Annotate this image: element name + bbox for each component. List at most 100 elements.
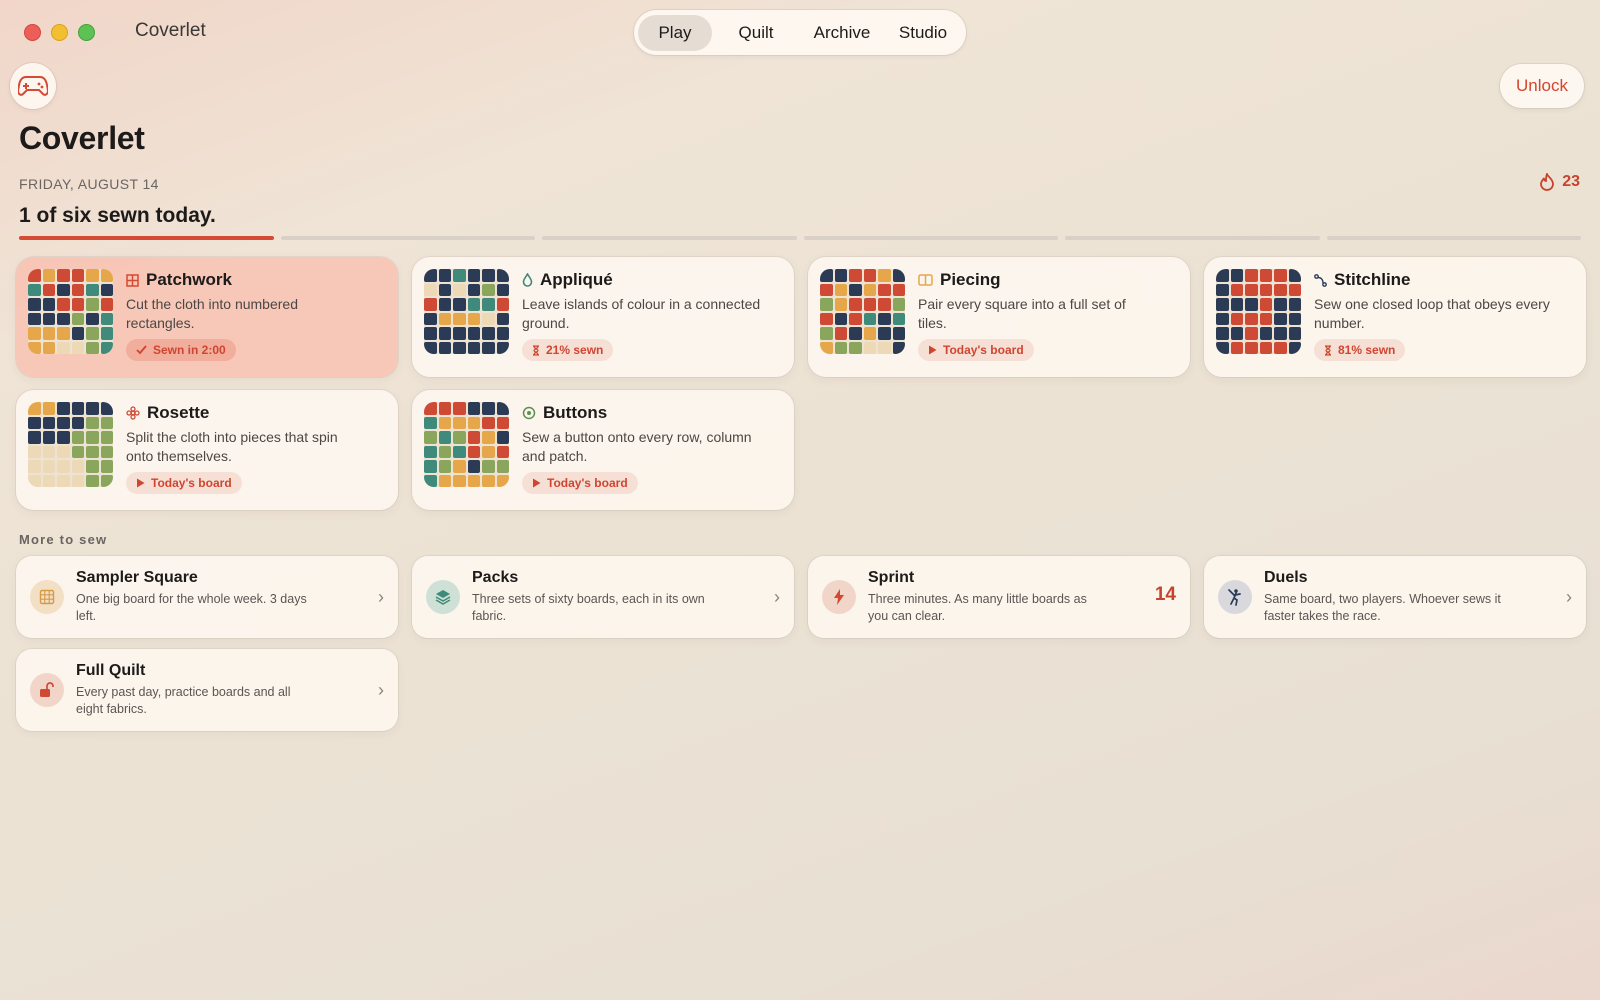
board-cell — [878, 341, 891, 354]
board-cell — [42, 283, 55, 296]
board-cell — [86, 269, 99, 282]
board-cell — [1230, 283, 1243, 296]
board-cell — [86, 445, 99, 458]
board-cell — [467, 327, 480, 340]
board-cell — [424, 269, 437, 282]
board-cell — [42, 474, 55, 487]
puzzle-name: Buttons — [543, 403, 608, 422]
puzzle-title: Patchwork — [126, 270, 232, 290]
board-cell — [424, 445, 437, 458]
board-cell — [1245, 341, 1258, 354]
board-cell — [496, 402, 509, 415]
hourglass-icon — [533, 344, 539, 356]
board-cell — [849, 312, 862, 325]
board-cell — [42, 431, 55, 444]
item-description: Three minutes. As many little boards as … — [868, 592, 1087, 623]
zoom-button[interactable] — [78, 24, 95, 41]
board-cell — [42, 312, 55, 325]
board-cell — [71, 312, 84, 325]
board-cell — [878, 283, 891, 296]
board-cell — [71, 298, 84, 311]
board-cell — [100, 402, 113, 415]
puzzle-card-patchwork[interactable]: Patchwork Cut the cloth into numbered re… — [16, 257, 398, 377]
board-cell — [86, 402, 99, 415]
more-item-full-quilt[interactable]: Full Quilt Every past day, practice boar… — [16, 649, 398, 731]
item-name: Duels — [1264, 569, 1308, 586]
board-cell — [892, 312, 905, 325]
board-cell — [57, 341, 70, 354]
tab-archive[interactable]: Archive — [800, 15, 884, 51]
board-cell — [86, 460, 99, 473]
board-cell — [438, 269, 451, 282]
board-cell — [453, 402, 466, 415]
board-cell — [71, 402, 84, 415]
puzzle-card-applique[interactable]: Appliqué Leave islands of colour in a co… — [412, 257, 794, 377]
board-cell — [100, 460, 113, 473]
tab-quilt[interactable]: Quilt — [712, 15, 800, 51]
streak-count: 23 — [1562, 173, 1580, 190]
board-cell — [1245, 269, 1258, 282]
puzzle-card-stitchline[interactable]: Stitchline Sew one closed loop that obey… — [1204, 257, 1586, 377]
close-button[interactable] — [24, 24, 41, 41]
board-cell — [863, 312, 876, 325]
board-cell — [86, 327, 99, 340]
board-cell — [57, 431, 70, 444]
puzzle-card-rosette[interactable]: Rosette Split the cloth into pieces that… — [16, 390, 398, 510]
puzzle-name: Appliqué — [540, 270, 613, 289]
item-description: Every past day, practice boards and all … — [76, 685, 291, 716]
board-cell — [892, 327, 905, 340]
puzzle-description: Sew one closed loop that obeys every num… — [1314, 296, 1550, 331]
board-cell — [42, 269, 55, 282]
tab-studio[interactable]: Studio — [884, 15, 962, 51]
daily-progress-text: 1 of six sewn today. — [19, 204, 216, 227]
board-cell — [57, 298, 70, 311]
puzzle-description: Cut the cloth into numbered rectangles. — [126, 296, 298, 331]
unlock-button[interactable]: Unlock — [1500, 64, 1584, 108]
board-cell — [86, 312, 99, 325]
board-cell — [1216, 327, 1229, 340]
board-cell — [863, 269, 876, 282]
board-cell — [820, 341, 833, 354]
board-cell — [849, 298, 862, 311]
board-cell — [496, 269, 509, 282]
board-cell — [100, 445, 113, 458]
board-cell — [453, 312, 466, 325]
board-cell — [100, 312, 113, 325]
board-cell — [1288, 327, 1301, 340]
stack-icon — [426, 580, 460, 614]
board-cell — [1288, 341, 1301, 354]
puzzle-title: Appliqué — [522, 270, 613, 290]
streak-badge: 23 — [1540, 173, 1580, 191]
status-badge: Today's board — [522, 472, 638, 494]
board-cell — [453, 431, 466, 444]
board-cell — [820, 269, 833, 282]
more-item-packs[interactable]: Packs Three sets of sixty boards, each i… — [412, 556, 794, 638]
game-controller-button[interactable] — [10, 63, 56, 109]
board-cell — [849, 327, 862, 340]
puzzle-card-buttons[interactable]: Buttons Sew a button onto every row, col… — [412, 390, 794, 510]
board-cell — [496, 431, 509, 444]
more-item-duels[interactable]: Duels Same board, two players. Whoever s… — [1204, 556, 1586, 638]
status-text: Sewn in 2:00 — [153, 343, 226, 357]
board-cell — [878, 312, 891, 325]
more-item-sampler-square[interactable]: Sampler Square One big board for the who… — [16, 556, 398, 638]
board-cell — [496, 474, 509, 487]
book-icon — [918, 274, 933, 286]
board-cell — [482, 474, 495, 487]
puzzle-card-piecing[interactable]: Piecing Pair every square into a full se… — [808, 257, 1190, 377]
board-cell — [834, 298, 847, 311]
board-cell — [453, 327, 466, 340]
board-cell — [71, 460, 84, 473]
tab-play[interactable]: Play — [638, 14, 712, 51]
board-cell — [100, 431, 113, 444]
minimize-button[interactable] — [51, 24, 68, 41]
board-cell — [42, 402, 55, 415]
board-cell — [863, 298, 876, 311]
board-cell — [71, 474, 84, 487]
more-item-sprint[interactable]: Sprint Three minutes. As many little boa… — [808, 556, 1190, 638]
board-cell — [878, 269, 891, 282]
status-badge: Today's board — [918, 339, 1034, 361]
board-cell — [424, 283, 437, 296]
progress-segment — [19, 236, 274, 240]
board-cell — [496, 327, 509, 340]
